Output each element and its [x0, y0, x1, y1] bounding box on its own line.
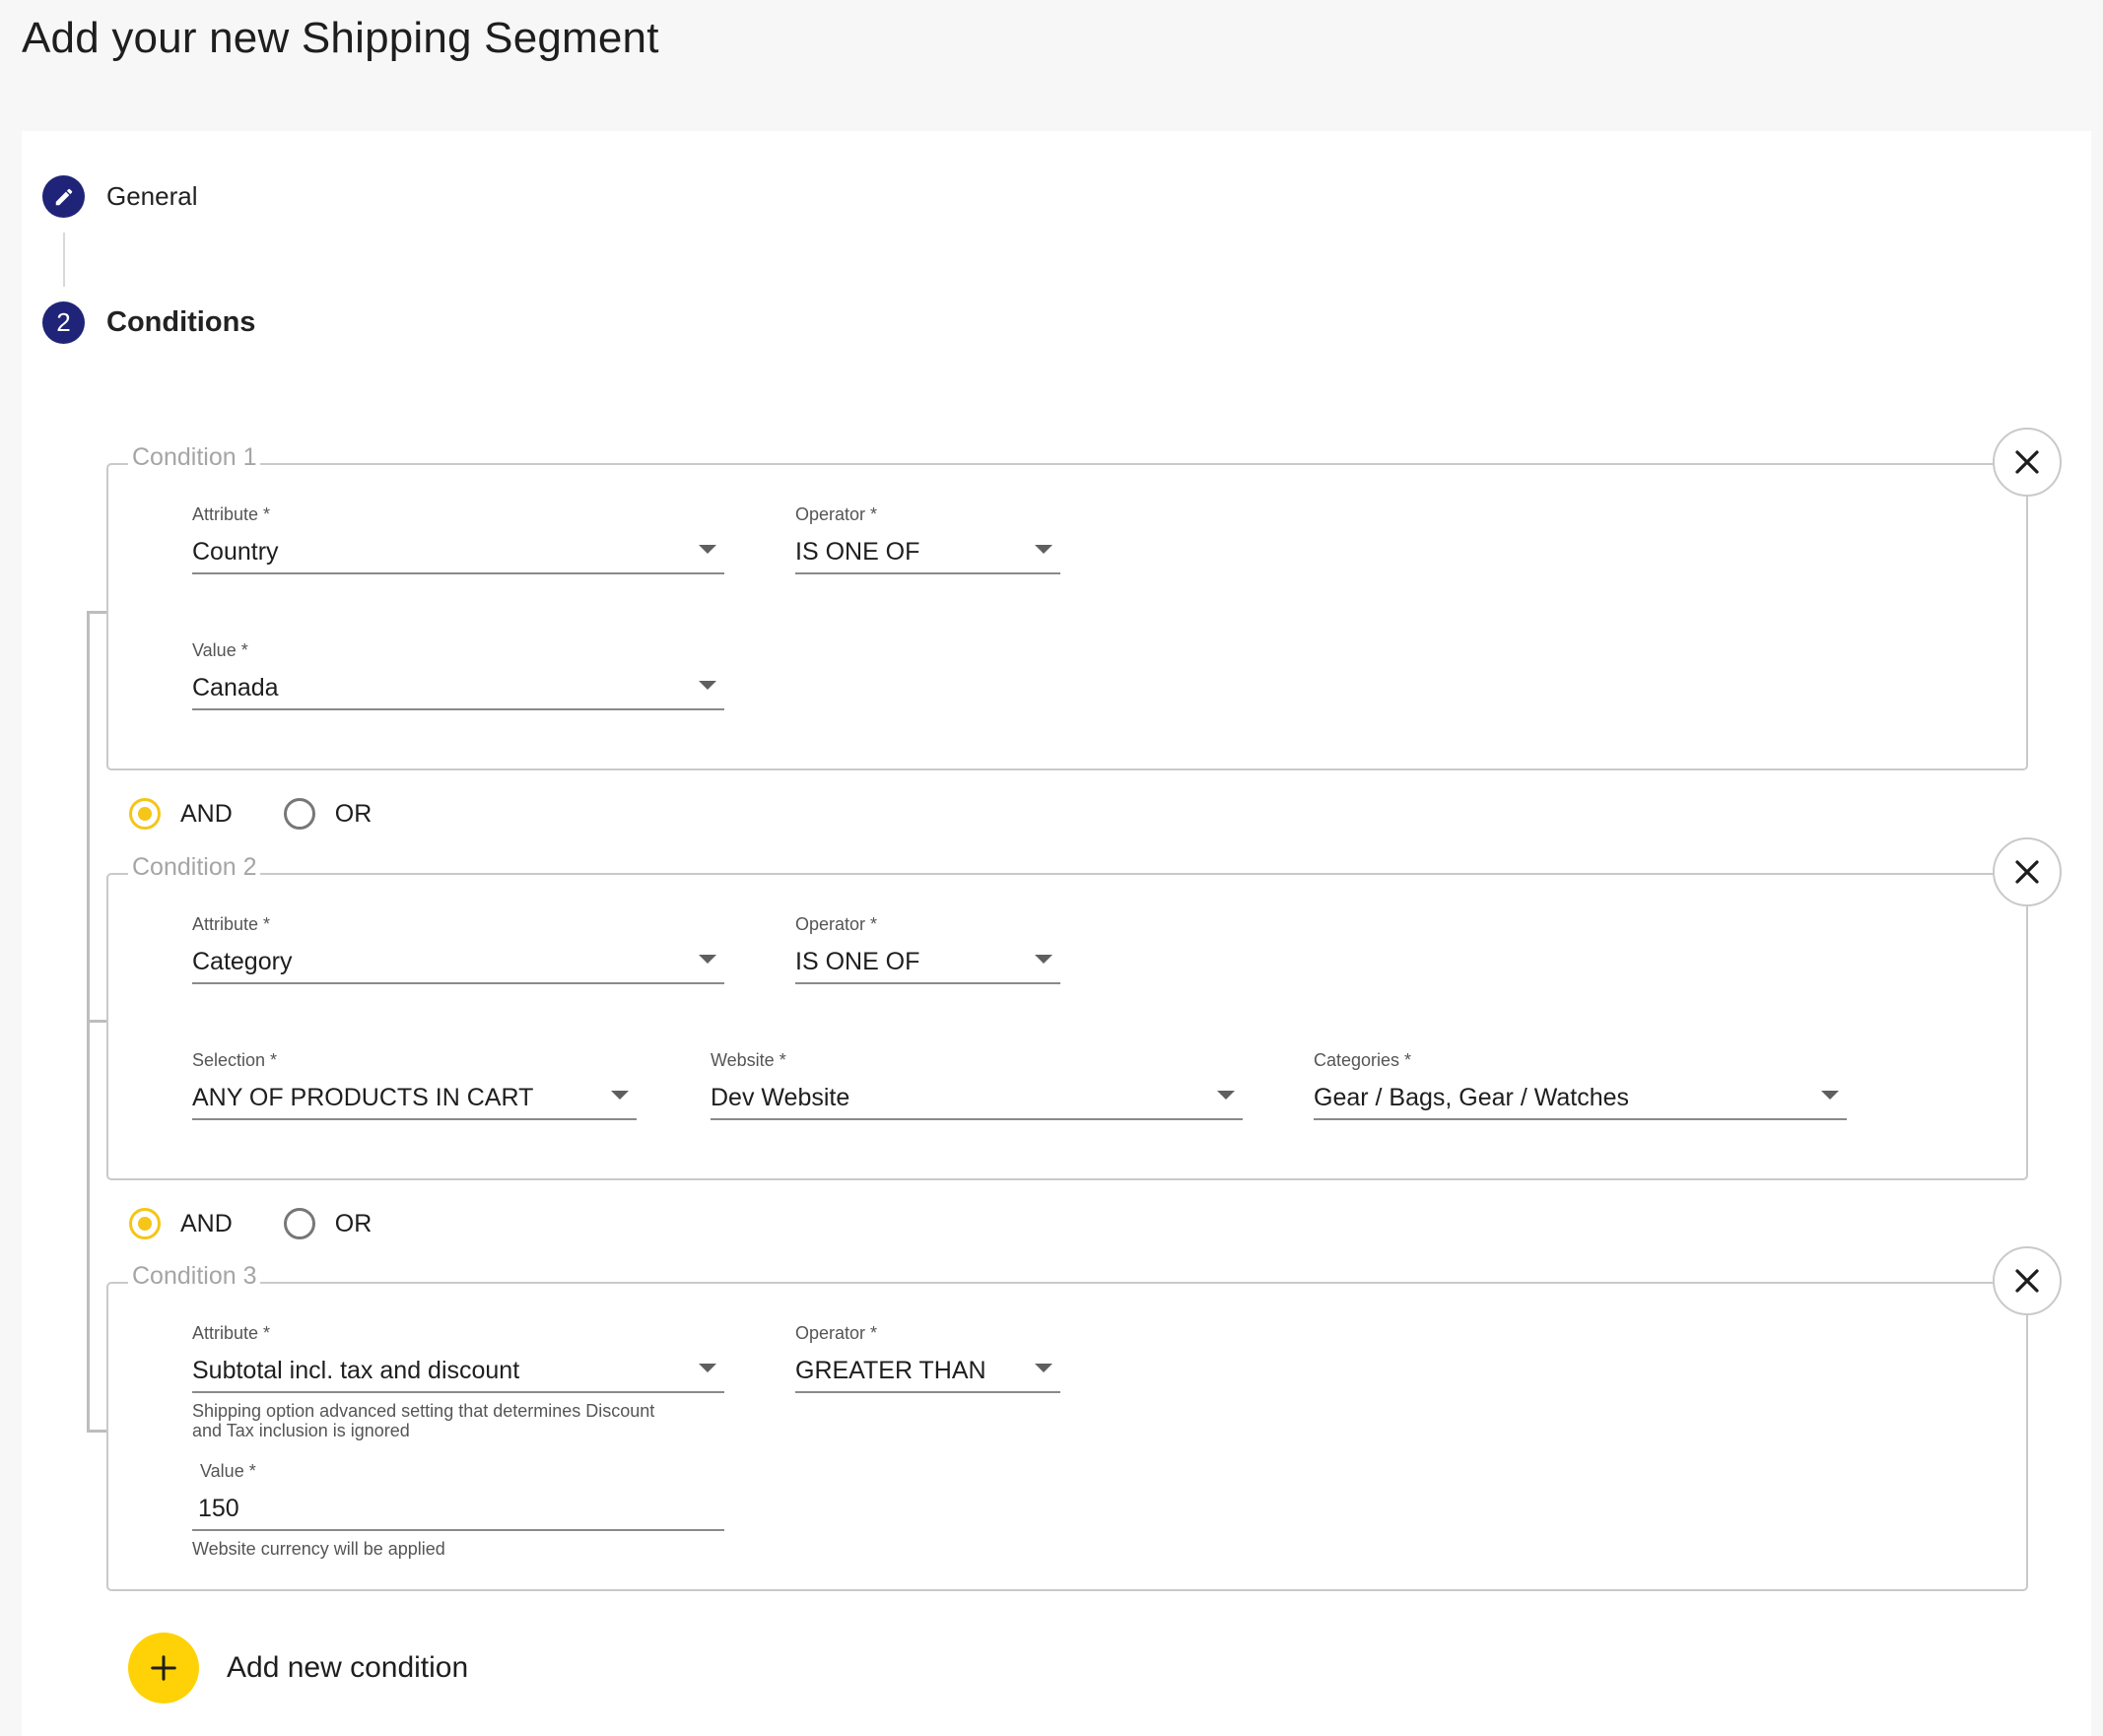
attribute-value: Category: [192, 947, 293, 975]
attribute-select[interactable]: Subtotal incl. tax and discount: [192, 1350, 724, 1393]
value-select[interactable]: Canada: [192, 667, 724, 710]
radio-or-label: OR: [334, 1209, 373, 1237]
step-general-label: General: [106, 181, 198, 211]
operator-select[interactable]: IS ONE OF: [795, 531, 1060, 574]
attribute-select[interactable]: Country: [192, 531, 724, 574]
chevron-down-icon: [1035, 1364, 1052, 1372]
step-number-badge: 2: [42, 301, 85, 344]
radio-and-label: AND: [180, 1209, 233, 1237]
selection-label: Selection *: [192, 1050, 278, 1070]
radio-and-circle: [129, 1208, 161, 1239]
condition-1: Condition 1 Attribute * Country Operator…: [106, 428, 2062, 770]
condition-1-attribute-field: Attribute * Country: [192, 504, 724, 574]
stepper-connector: [63, 233, 65, 287]
chevron-down-icon: [699, 681, 716, 690]
chevron-down-icon: [1821, 1091, 1839, 1100]
condition-2-attribute-field: Attribute * Category: [192, 914, 724, 984]
condition-3-attribute-field: Attribute * Subtotal incl. tax and disco…: [192, 1323, 724, 1440]
radio-or[interactable]: OR: [283, 798, 373, 830]
close-icon: [2015, 1269, 2039, 1293]
value-input[interactable]: [192, 1494, 724, 1523]
chevron-down-icon: [1217, 1091, 1235, 1100]
radio-and-circle: [129, 798, 161, 830]
step-general[interactable]: General: [42, 175, 198, 218]
step-conditions-label: Conditions: [106, 306, 256, 338]
operator-label: Operator *: [795, 1323, 878, 1343]
condition-1-operator-field: Operator * IS ONE OF: [795, 504, 1060, 574]
condition-3-value-field: Value * Website currency will be applied: [192, 1461, 724, 1559]
condition-3: Condition 3 Attribute * Subtotal incl. t…: [106, 1246, 2062, 1591]
chevron-down-icon: [611, 1091, 629, 1100]
website-label: Website *: [711, 1050, 786, 1070]
close-icon: [2015, 450, 2039, 474]
attribute-label: Attribute *: [192, 914, 271, 934]
condition-3-legend: Condition 3: [128, 1262, 261, 1291]
pencil-icon: [42, 175, 85, 218]
radio-or[interactable]: OR: [283, 1208, 373, 1239]
chevron-down-icon: [699, 1364, 716, 1372]
website-value: Dev Website: [711, 1083, 850, 1111]
condition-2-categories-field: Categories * Gear / Bags, Gear / Watches: [1314, 1050, 1847, 1120]
operator-label: Operator *: [795, 914, 878, 934]
radio-or-label: OR: [334, 799, 373, 828]
plus-icon: [128, 1633, 199, 1703]
condition-2-legend: Condition 2: [128, 853, 261, 882]
value-helper-text: Website currency will be applied: [192, 1539, 445, 1559]
selection-select[interactable]: ANY OF PRODUCTS IN CART: [192, 1077, 637, 1120]
radio-or-circle: [283, 1208, 315, 1239]
remove-condition-2-button[interactable]: [1993, 837, 2062, 906]
condition-2: Condition 2 Attribute * Category Operato…: [106, 837, 2062, 1180]
remove-condition-1-button[interactable]: [1993, 428, 2062, 497]
radio-and-label: AND: [180, 799, 233, 828]
logic-operator-2: AND OR: [129, 1208, 423, 1239]
operator-select[interactable]: GREATER THAN: [795, 1350, 1060, 1393]
condition-1-value-field: Value * Canada: [192, 640, 724, 710]
value-input-wrapper: [192, 1488, 724, 1531]
selection-value: ANY OF PRODUCTS IN CART: [192, 1083, 534, 1111]
condition-1-legend: Condition 1: [128, 443, 261, 472]
operator-value: IS ONE OF: [795, 947, 920, 975]
remove-condition-3-button[interactable]: [1993, 1246, 2062, 1315]
condition-bracket-tick: [87, 1020, 108, 1023]
step-conditions[interactable]: 2 Conditions: [42, 301, 255, 344]
add-new-condition-label: Add new condition: [227, 1651, 469, 1684]
condition-bracket-tick: [87, 1430, 108, 1433]
attribute-helper-text: Shipping option advanced setting that de…: [192, 1401, 655, 1440]
attribute-select[interactable]: Category: [192, 941, 724, 984]
categories-label: Categories *: [1314, 1050, 1412, 1070]
categories-select[interactable]: Gear / Bags, Gear / Watches: [1314, 1077, 1847, 1120]
radio-and[interactable]: AND: [129, 798, 233, 830]
attribute-label: Attribute *: [192, 1323, 271, 1343]
chevron-down-icon: [1035, 955, 1052, 964]
attribute-value: Subtotal incl. tax and discount: [192, 1356, 520, 1384]
value-label: Value *: [200, 1461, 256, 1481]
condition-2-website-field: Website * Dev Website: [711, 1050, 1243, 1120]
operator-value: GREATER THAN: [795, 1356, 986, 1384]
attribute-value: Country: [192, 537, 279, 566]
logic-operator-1: AND OR: [129, 798, 423, 830]
page-title: Add your new Shipping Segment: [22, 14, 659, 62]
close-icon: [2015, 860, 2039, 884]
operator-select[interactable]: IS ONE OF: [795, 941, 1060, 984]
categories-value: Gear / Bags, Gear / Watches: [1314, 1083, 1630, 1111]
chevron-down-icon: [699, 545, 716, 554]
operator-value: IS ONE OF: [795, 537, 920, 566]
condition-3-operator-field: Operator * GREATER THAN: [795, 1323, 1060, 1393]
value-label: Value *: [192, 640, 248, 660]
chevron-down-icon: [1035, 545, 1052, 554]
condition-2-operator-field: Operator * IS ONE OF: [795, 914, 1060, 984]
attribute-label: Attribute *: [192, 504, 271, 524]
condition-2-selection-field: Selection * ANY OF PRODUCTS IN CART: [192, 1050, 637, 1120]
condition-bracket-tick: [87, 611, 108, 614]
chevron-down-icon: [699, 955, 716, 964]
radio-or-circle: [283, 798, 315, 830]
operator-label: Operator *: [795, 504, 878, 524]
radio-and[interactable]: AND: [129, 1208, 233, 1239]
value-value: Canada: [192, 673, 279, 701]
website-select[interactable]: Dev Website: [711, 1077, 1243, 1120]
add-new-condition-button[interactable]: Add new condition: [128, 1633, 468, 1703]
